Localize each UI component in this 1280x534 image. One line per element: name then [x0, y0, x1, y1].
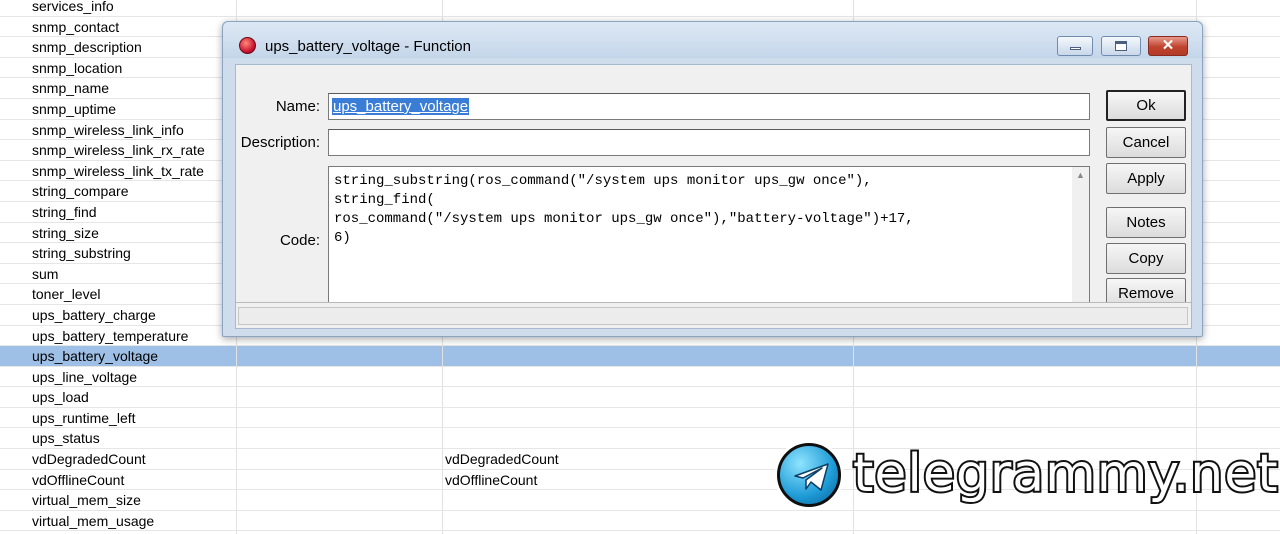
list-row-name: vdDegradedCount [32, 451, 146, 468]
dialog-titlebar[interactable]: ups_battery_voltage - Function ✕ [223, 22, 1202, 58]
apply-button[interactable]: Apply [1106, 163, 1186, 194]
name-label: Name: [275, 98, 320, 115]
telegram-logo-icon [777, 443, 841, 507]
list-row-name: vdOfflineCount [32, 471, 125, 488]
list-row-name: snmp_description [32, 39, 142, 56]
list-row-name: toner_level [32, 286, 101, 303]
list-row-name: snmp_uptime [32, 100, 117, 117]
list-row-name: string_substring [32, 245, 131, 262]
description-field[interactable] [328, 129, 1090, 156]
list-row-name: ups_battery_voltage [32, 348, 159, 365]
copy-button[interactable]: Copy [1106, 243, 1186, 274]
list-row[interactable]: virtual_mem_usage [0, 511, 1280, 532]
code-editor[interactable]: string_substring(ros_command("/system up… [328, 166, 1090, 315]
list-row-name: ups_runtime_left [32, 409, 136, 426]
watermark: telegrammy.net [777, 443, 1280, 509]
list-row-name: string_size [32, 224, 99, 241]
scroll-up-arrow-icon[interactable]: ▲ [1072, 167, 1089, 184]
list-row-name: string_find [32, 203, 97, 220]
minimize-icon [1070, 47, 1081, 50]
list-row-name: snmp_location [32, 59, 123, 76]
cancel-button[interactable]: Cancel [1106, 127, 1186, 158]
code-label: Code: [279, 232, 320, 249]
code-text[interactable]: string_substring(ros_command("/system up… [334, 172, 1069, 248]
dialog-body: Name: ups_battery_voltage Description: C… [235, 64, 1192, 329]
list-row-name: ups_battery_temperature [32, 327, 189, 344]
list-row-name: ups_load [32, 389, 89, 406]
list-row-name: ups_status [32, 430, 100, 447]
list-row-name: snmp_wireless_link_tx_rate [32, 162, 204, 179]
name-field[interactable]: ups_battery_voltage [328, 93, 1090, 120]
close-button[interactable]: ✕ [1148, 36, 1188, 56]
list-row-name: string_compare [32, 183, 129, 200]
list-row-name: sum [32, 265, 59, 282]
app-icon [239, 37, 256, 54]
watermark-text: telegrammy.net [851, 443, 1280, 505]
list-row[interactable]: ups_battery_voltage [0, 346, 1280, 367]
list-row-name: virtual_mem_size [32, 492, 141, 509]
name-field-value: ups_battery_voltage [332, 98, 470, 115]
list-row-name: snmp_wireless_link_info [32, 121, 184, 138]
list-row[interactable]: ups_line_voltage [0, 367, 1280, 388]
code-scrollbar[interactable]: ▲ ▼ [1072, 167, 1089, 314]
list-row[interactable]: ups_runtime_left [0, 408, 1280, 429]
list-row-value: vdDegradedCount [445, 451, 559, 468]
list-row-name: services_info [32, 0, 114, 14]
dialog-title: ups_battery_voltage - Function [265, 38, 471, 55]
list-row-name: virtual_mem_usage [32, 512, 155, 529]
telegram-plane-icon [794, 463, 829, 491]
list-row[interactable]: ups_load [0, 387, 1280, 408]
status-bar [236, 302, 1191, 327]
list-row-name: ups_battery_charge [32, 306, 156, 323]
list-row-name: snmp_name [32, 80, 110, 97]
ok-button[interactable]: Ok [1106, 90, 1186, 121]
maximize-icon [1115, 41, 1127, 51]
description-label: Description: [240, 134, 320, 151]
close-icon: ✕ [1161, 37, 1175, 54]
notes-button[interactable]: Notes [1106, 207, 1186, 238]
list-row-name: ups_line_voltage [32, 368, 138, 385]
function-dialog: ups_battery_voltage - Function ✕ Name: u… [222, 21, 1203, 337]
list-row-name: snmp_wireless_link_rx_rate [32, 142, 205, 159]
minimize-button[interactable] [1057, 36, 1093, 56]
status-bar-panel [238, 307, 1188, 325]
list-row-value: vdOfflineCount [445, 471, 538, 488]
maximize-button[interactable] [1101, 36, 1141, 56]
list-row-name: snmp_contact [32, 18, 120, 35]
list-row[interactable]: services_info [0, 0, 1280, 17]
